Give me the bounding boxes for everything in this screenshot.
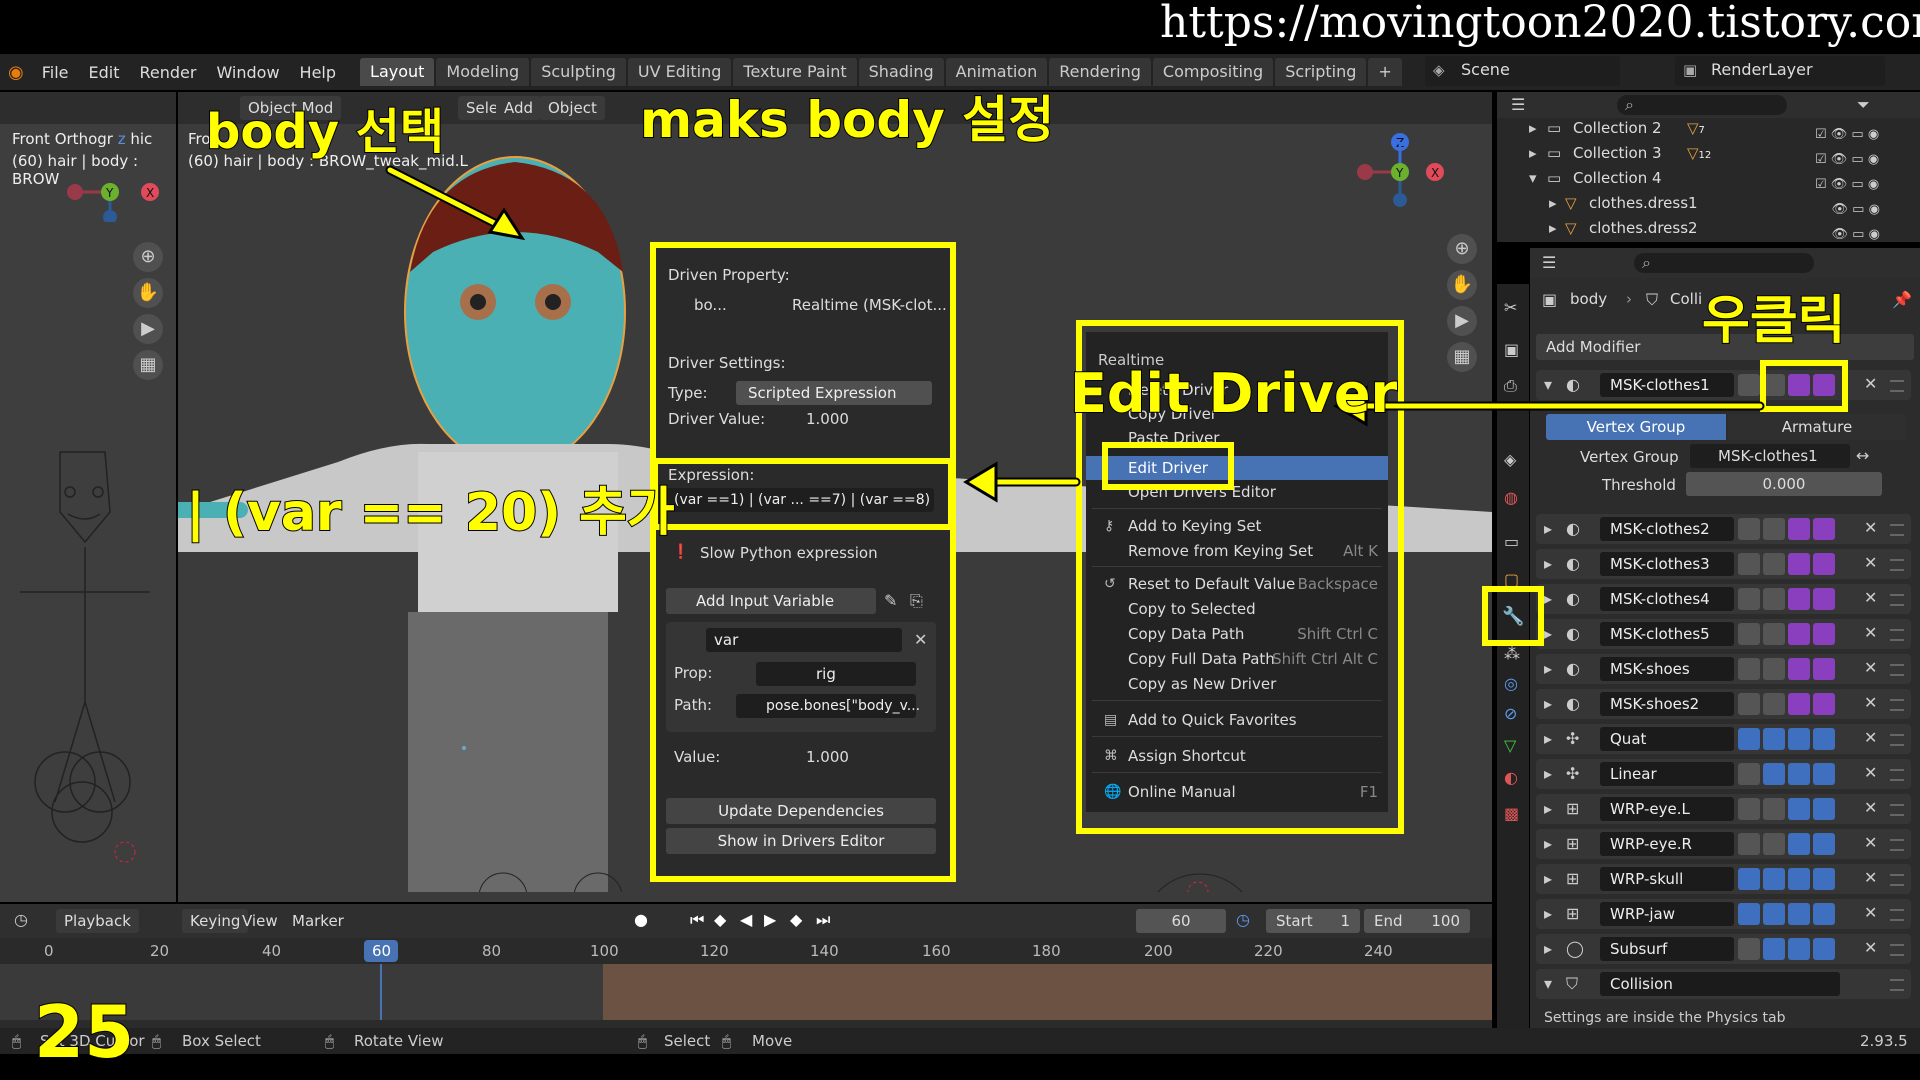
annotation-expression-add: | (var == 20) 추가 bbox=[185, 482, 676, 544]
step-number: 25 bbox=[33, 989, 135, 1075]
annotation-right-click: 우클릭 bbox=[1701, 290, 1847, 352]
annotation-body-select: body 선택 bbox=[205, 103, 445, 161]
annotation-edit-driver: Edit Driver bbox=[1069, 361, 1398, 426]
annotation-mask-body: maks body 설정 bbox=[639, 90, 1055, 150]
